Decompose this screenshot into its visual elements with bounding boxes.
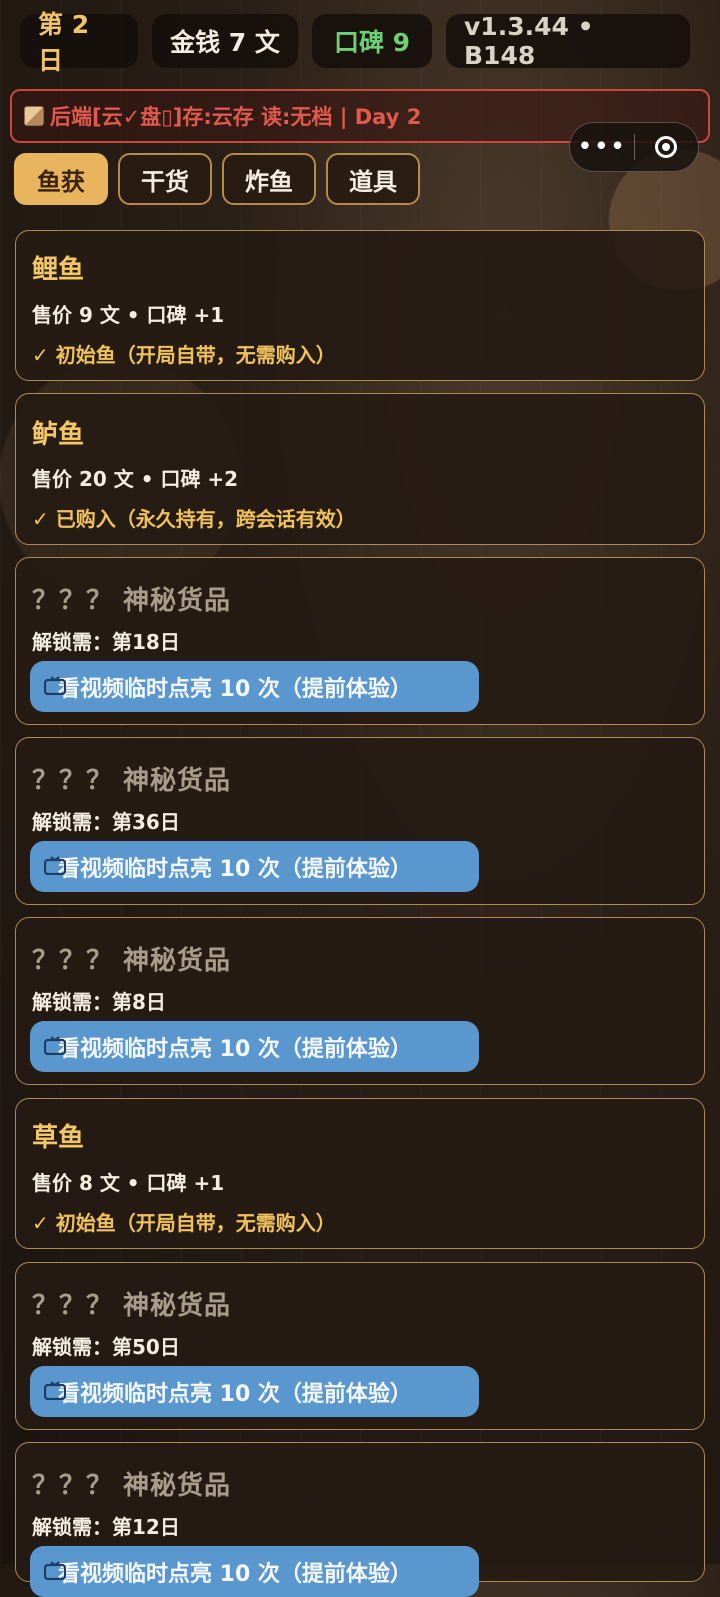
watch-video-label: 看视频临时点亮 10 次（提前体验） <box>58 676 412 702</box>
item-status: ✓ 初始鱼（开局自带，无需购入） <box>32 343 336 367</box>
money-counter: 金钱 7 文 <box>152 14 298 68</box>
item-card-grass-carp: 草鱼 售价 8 文 • 口碑 +1 ✓ 初始鱼（开局自带，无需购入） <box>15 1098 705 1249</box>
version-label: v1.3.44 • B148 <box>446 12 690 70</box>
watch-video-label: 看视频临时点亮 10 次（提前体验） <box>58 856 412 882</box>
locked-item-name: ？？？ 神秘货品 <box>32 946 232 976</box>
watch-video-button[interactable]: 看视频临时点亮 10 次（提前体验） <box>30 1021 479 1072</box>
item-card-locked: ？？？ 神秘货品 解锁需：第18日 看视频临时点亮 10 次（提前体验） <box>15 557 705 725</box>
item-card-locked: ？？？ 神秘货品 解锁需：第50日 看视频临时点亮 10 次（提前体验） <box>15 1262 705 1430</box>
item-card-locked: ？？？ 神秘货品 解锁需：第36日 看视频临时点亮 10 次（提前体验） <box>15 737 705 905</box>
watch-video-label: 看视频临时点亮 10 次（提前体验） <box>58 1381 412 1407</box>
tab-props[interactable]: 道具 <box>326 153 420 205</box>
tab-dried-goods[interactable]: 干货 <box>118 153 212 205</box>
close-miniprogram-button[interactable] <box>635 136 699 158</box>
unlock-requirement: 解锁需：第18日 <box>32 630 180 654</box>
item-price: 售价 20 文 • 口碑 +2 <box>32 467 239 491</box>
item-status: ✓ 已购入（永久持有，跨会话有效） <box>32 507 356 531</box>
item-card-locked: ？？？ 神秘货品 解锁需：第12日 看视频临时点亮 10 次（提前体验） <box>15 1442 705 1597</box>
watch-video-button[interactable]: 看视频临时点亮 10 次（提前体验） <box>30 661 479 712</box>
item-name: 鲈鱼 <box>32 420 85 450</box>
backend-status-text: 后端[云✓盘▯]存:云存 读:无档 | Day 2 <box>50 105 422 129</box>
tab-fried-fish[interactable]: 炸鱼 <box>222 153 316 205</box>
watch-video-button[interactable]: 看视频临时点亮 10 次（提前体验） <box>30 1366 479 1417</box>
unlock-requirement: 解锁需：第12日 <box>32 1515 180 1539</box>
category-tabs: 鱼获 干货 炸鱼 道具 <box>14 153 420 205</box>
item-price: 售价 8 文 • 口碑 +1 <box>32 1171 225 1195</box>
unlock-requirement: 解锁需：第36日 <box>32 810 180 834</box>
locked-item-name: ？？？ 神秘货品 <box>32 766 232 796</box>
item-card-locked: ？？？ 神秘货品 解锁需：第8日 看视频临时点亮 10 次（提前体验） <box>15 917 705 1085</box>
watch-video-label: 看视频临时点亮 10 次（提前体验） <box>58 1036 412 1062</box>
package-icon <box>24 106 44 126</box>
watch-video-label: 看视频临时点亮 10 次（提前体验） <box>58 1561 412 1587</box>
target-close-icon <box>655 136 678 158</box>
locked-item-name: ？？？ 神秘货品 <box>32 1291 232 1321</box>
locked-item-name: ？？？ 神秘货品 <box>32 586 232 616</box>
item-status: ✓ 初始鱼（开局自带，无需购入） <box>32 1211 336 1235</box>
stats-bar: 第 2 日 金钱 7 文 口碑 9 v1.3.44 • B148 <box>20 10 700 75</box>
reputation-counter: 口碑 9 <box>312 14 432 68</box>
more-dots-icon: ••• <box>577 132 627 162</box>
more-menu-button[interactable]: ••• <box>570 122 634 172</box>
watch-video-button[interactable]: 看视频临时点亮 10 次（提前体验） <box>30 841 479 892</box>
item-card-carp: 鲤鱼 售价 9 文 • 口碑 +1 ✓ 初始鱼（开局自带，无需购入） <box>15 230 705 381</box>
tv-icon <box>44 856 66 875</box>
unlock-requirement: 解锁需：第50日 <box>32 1335 180 1359</box>
item-name: 鲤鱼 <box>32 255 85 285</box>
tv-icon <box>44 1036 66 1055</box>
item-card-perch: 鲈鱼 售价 20 文 • 口碑 +2 ✓ 已购入（永久持有，跨会话有效） <box>15 393 705 545</box>
item-price: 售价 9 文 • 口碑 +1 <box>32 303 225 327</box>
miniprogram-capsule: ••• <box>569 122 699 172</box>
watch-video-button[interactable]: 看视频临时点亮 10 次（提前体验） <box>30 1546 479 1597</box>
day-counter: 第 2 日 <box>20 10 138 75</box>
unlock-requirement: 解锁需：第8日 <box>32 990 166 1014</box>
item-name: 草鱼 <box>32 1123 85 1153</box>
tab-fish[interactable]: 鱼获 <box>14 153 108 205</box>
tv-icon <box>44 676 66 695</box>
locked-item-name: ？？？ 神秘货品 <box>32 1471 232 1501</box>
tv-icon <box>44 1381 66 1400</box>
